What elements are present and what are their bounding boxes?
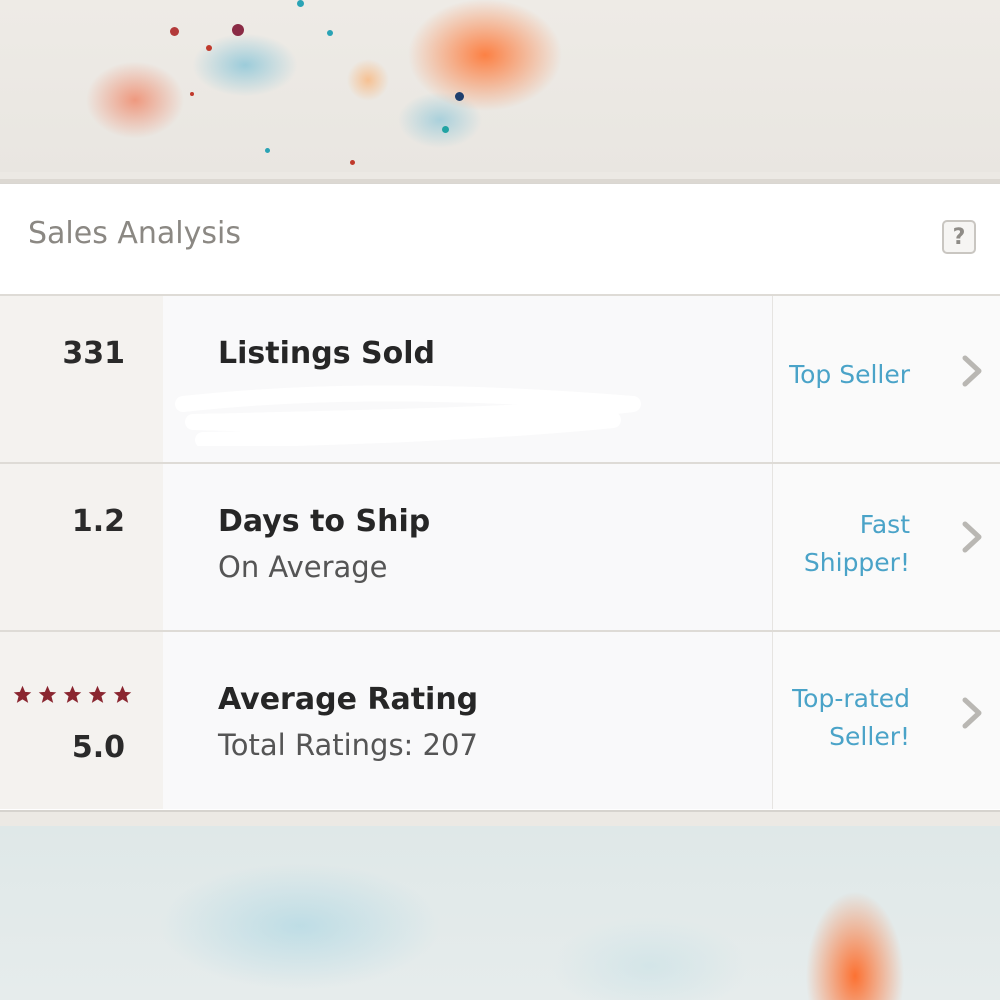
panel-header: Sales Analysis ? [0, 184, 1000, 296]
star-icon [63, 685, 82, 703]
sales-analysis-panel: Sales Analysis ? 331 Listings Sold Top S… [0, 183, 1000, 812]
stat-row-listings-sold[interactable]: 331 Listings Sold Top Seller [0, 296, 1000, 464]
chevron-right-icon[interactable] [954, 520, 988, 554]
chevron-right-icon[interactable] [954, 696, 988, 730]
days-to-ship-value: 1.2 [71, 504, 125, 539]
star-icon [13, 685, 32, 703]
star-icon [88, 685, 107, 703]
metric-cell: 331 [0, 296, 175, 462]
listings-sold-value: 331 [62, 336, 125, 371]
badge-cell[interactable]: Top Seller [773, 296, 1000, 462]
average-rating-title: Average Rating [218, 682, 479, 717]
badge-line: Top Seller [789, 360, 910, 389]
row-text: Days to Ship On Average [163, 464, 773, 630]
background-top-image [0, 0, 1000, 172]
top-rated-seller-badge[interactable]: Top-rated Seller! [730, 680, 910, 756]
badge-line: Fast [859, 510, 910, 539]
badge-line: Seller! [829, 722, 910, 751]
listings-sold-title: Listings Sold [218, 336, 435, 371]
days-to-ship-title: Days to Ship [218, 504, 431, 539]
badge-line: Top-rated [792, 684, 910, 713]
background-bottom-image [0, 826, 1000, 1000]
badge-line: Shipper! [803, 548, 910, 577]
average-rating-value: 5.0 [71, 730, 125, 765]
badge-cell[interactable]: Fast Shipper! [773, 464, 1000, 630]
badge-cell[interactable]: Top-rated Seller! [773, 632, 1000, 809]
page-title: Sales Analysis [28, 216, 241, 251]
redaction-mark [175, 385, 641, 446]
row-text: Average Rating Total Ratings: 207 [163, 632, 773, 809]
stat-row-days-to-ship[interactable]: 1.2 Days to Ship On Average Fast Shipper… [0, 464, 1000, 632]
help-icon[interactable]: ? [942, 220, 976, 254]
metric-cell: 1.2 [0, 464, 175, 630]
metric-cell: 5.0 [0, 632, 175, 809]
row-text: Listings Sold [163, 296, 773, 462]
top-seller-badge[interactable]: Top Seller [730, 356, 910, 394]
days-to-ship-subtitle: On Average [218, 550, 388, 584]
star-icon [38, 685, 57, 703]
fast-shipper-badge[interactable]: Fast Shipper! [730, 506, 910, 582]
rating-stars [12, 684, 133, 705]
star-icon [113, 685, 132, 703]
stat-row-average-rating[interactable]: 5.0 Average Rating Total Ratings: 207 To… [0, 632, 1000, 809]
total-ratings-subtitle: Total Ratings: 207 [218, 728, 478, 762]
chevron-right-icon[interactable] [954, 354, 988, 388]
